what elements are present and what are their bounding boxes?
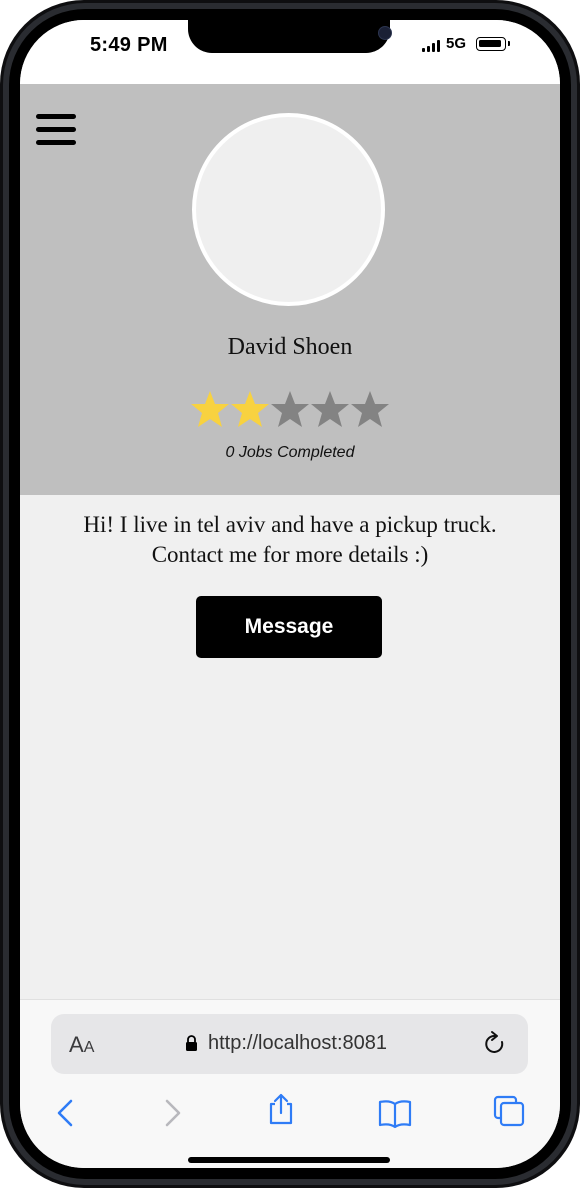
- jobs-completed: 0 Jobs Completed: [225, 444, 355, 461]
- forward-icon[interactable]: [154, 1096, 188, 1130]
- browser-toolbar: AA http://localhost:8081: [20, 999, 560, 1168]
- message-button[interactable]: Message: [196, 596, 382, 658]
- star-empty-icon: [311, 391, 349, 427]
- bio-text: Hi! I live in tel aviv and have a pickup…: [40, 510, 540, 570]
- home-indicator: [188, 1157, 390, 1163]
- phone-frame: 5:49 PM 5G David Shoen 0 Jobs Completed …: [0, 0, 580, 1188]
- rating-stars: [190, 390, 390, 430]
- network-type: 5G: [446, 35, 467, 52]
- reload-icon[interactable]: [481, 1030, 509, 1058]
- lock-icon: [186, 1035, 197, 1051]
- profile-name: David Shoen: [227, 334, 353, 360]
- address-bar[interactable]: AA http://localhost:8081: [51, 1014, 528, 1074]
- text-size-small-a: A: [83, 1039, 95, 1056]
- status-bar: 5:49 PM 5G: [20, 20, 560, 84]
- text-size-button[interactable]: AA: [69, 1032, 94, 1058]
- star-empty-icon: [271, 391, 309, 427]
- phone-screen: 5:49 PM 5G David Shoen 0 Jobs Completed …: [20, 20, 560, 1168]
- tabs-icon[interactable]: [492, 1094, 526, 1128]
- url-text: http://localhost:8081: [208, 1032, 388, 1054]
- menu-icon[interactable]: [36, 114, 76, 150]
- star-filled-icon: [231, 391, 269, 427]
- bookmarks-icon[interactable]: [378, 1096, 412, 1130]
- battery-icon: [476, 37, 506, 51]
- profile-header: David Shoen 0 Jobs Completed: [20, 84, 560, 495]
- bio-line: Hi! I live in tel aviv and have a pickup…: [83, 512, 497, 537]
- signal-icon: [422, 40, 442, 52]
- share-icon[interactable]: [264, 1092, 298, 1126]
- bio-line: Contact me for more details :): [151, 542, 429, 567]
- star-filled-icon: [191, 391, 229, 427]
- back-icon[interactable]: [50, 1096, 84, 1130]
- text-size-large-a: A: [69, 1032, 84, 1057]
- star-empty-icon: [351, 391, 389, 427]
- battery-tip: [508, 41, 510, 46]
- avatar: [192, 113, 385, 306]
- notch: [188, 20, 392, 53]
- front-camera: [378, 26, 392, 40]
- status-time: 5:49 PM: [90, 34, 168, 56]
